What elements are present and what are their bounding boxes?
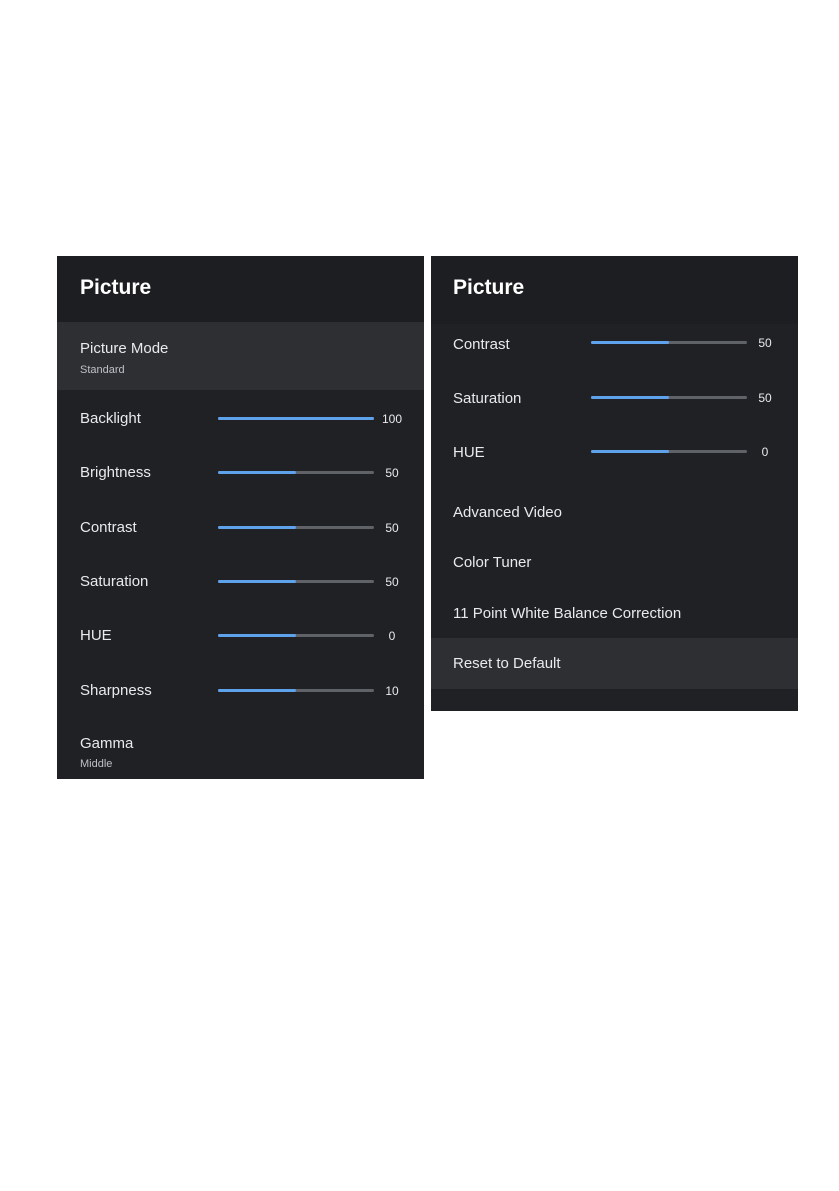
- slider-value: 50: [385, 575, 399, 589]
- slider-value: 50: [385, 521, 399, 535]
- sharpness-slider-row[interactable]: Sharpness 10: [57, 664, 424, 716]
- slider-fill: [218, 580, 296, 583]
- slider-label: Brightness: [80, 464, 151, 481]
- menu-item-color-tuner[interactable]: Color Tuner: [431, 542, 798, 592]
- hue-slider-row[interactable]: HUE 0: [57, 609, 424, 661]
- panel-header: Picture: [57, 256, 424, 322]
- saturation-slider-row[interactable]: Saturation 50: [431, 378, 798, 428]
- slider-track[interactable]: [218, 526, 374, 529]
- slider-fill: [591, 450, 669, 453]
- slider-track[interactable]: [218, 417, 374, 420]
- slider-track[interactable]: [591, 396, 747, 399]
- slider-fill: [218, 634, 296, 637]
- backlight-slider-row[interactable]: Backlight 100: [57, 392, 424, 444]
- picture-settings-panel-right: Picture Contrast 50 Saturation 50 HUE 0 …: [431, 256, 798, 711]
- panel-title: Picture: [453, 276, 525, 299]
- menu-item-reset-to-default[interactable]: Reset to Default: [431, 638, 798, 689]
- slider-fill: [591, 396, 669, 399]
- picture-settings-panel-left: Picture Picture Mode Standard Backlight …: [57, 256, 424, 779]
- picture-mode-label: Picture Mode: [80, 340, 169, 357]
- slider-track[interactable]: [591, 450, 747, 453]
- hue-slider-row[interactable]: HUE 0: [431, 432, 798, 482]
- slider-label: HUE: [453, 444, 485, 461]
- slider-fill: [218, 471, 296, 474]
- slider-value: 100: [381, 412, 403, 426]
- slider-value: 50: [758, 391, 772, 405]
- saturation-slider-row[interactable]: Saturation 50: [57, 555, 424, 607]
- gamma-value: Middle: [80, 758, 113, 770]
- slider-value: 0: [761, 445, 769, 459]
- slider-label: Contrast: [453, 336, 510, 353]
- slider-label: Saturation: [80, 573, 149, 590]
- slider-value: 10: [385, 684, 399, 698]
- contrast-slider-row[interactable]: Contrast 50: [431, 324, 798, 374]
- slider-value: 50: [758, 336, 772, 350]
- picture-mode-value: Standard: [80, 364, 125, 376]
- slider-value: 0: [388, 629, 396, 643]
- slider-track[interactable]: [218, 471, 374, 474]
- menu-item-label: Color Tuner: [453, 554, 532, 571]
- slider-track[interactable]: [218, 689, 374, 692]
- slider-track[interactable]: [218, 580, 374, 583]
- slider-fill: [591, 341, 669, 344]
- slider-label: HUE: [80, 627, 112, 644]
- menu-item-label: 11 Point White Balance Correction: [453, 605, 682, 622]
- slider-track[interactable]: [218, 634, 374, 637]
- gamma-label: Gamma: [80, 735, 134, 752]
- panel-header: Picture: [431, 256, 798, 324]
- menu-item-label: Advanced Video: [453, 504, 562, 521]
- slider-fill: [218, 526, 296, 529]
- slider-label: Backlight: [80, 410, 141, 427]
- picture-mode-item[interactable]: Picture Mode Standard: [57, 322, 424, 390]
- slider-fill: [218, 689, 296, 692]
- slider-label: Saturation: [453, 390, 522, 407]
- menu-item-advanced-video[interactable]: Advanced Video: [431, 491, 798, 541]
- slider-track[interactable]: [591, 341, 747, 344]
- menu-item-label: Reset to Default: [453, 655, 561, 672]
- slider-label: Contrast: [80, 519, 137, 536]
- menu-item-white-balance[interactable]: 11 Point White Balance Correction: [431, 592, 798, 642]
- slider-label: Sharpness: [80, 682, 152, 699]
- contrast-slider-row[interactable]: Contrast 50: [57, 501, 424, 553]
- brightness-slider-row[interactable]: Brightness 50: [57, 446, 424, 498]
- panel-title: Picture: [80, 276, 152, 299]
- slider-fill: [218, 417, 374, 420]
- gamma-item[interactable]: Gamma Middle: [57, 721, 424, 779]
- slider-value: 50: [385, 466, 399, 480]
